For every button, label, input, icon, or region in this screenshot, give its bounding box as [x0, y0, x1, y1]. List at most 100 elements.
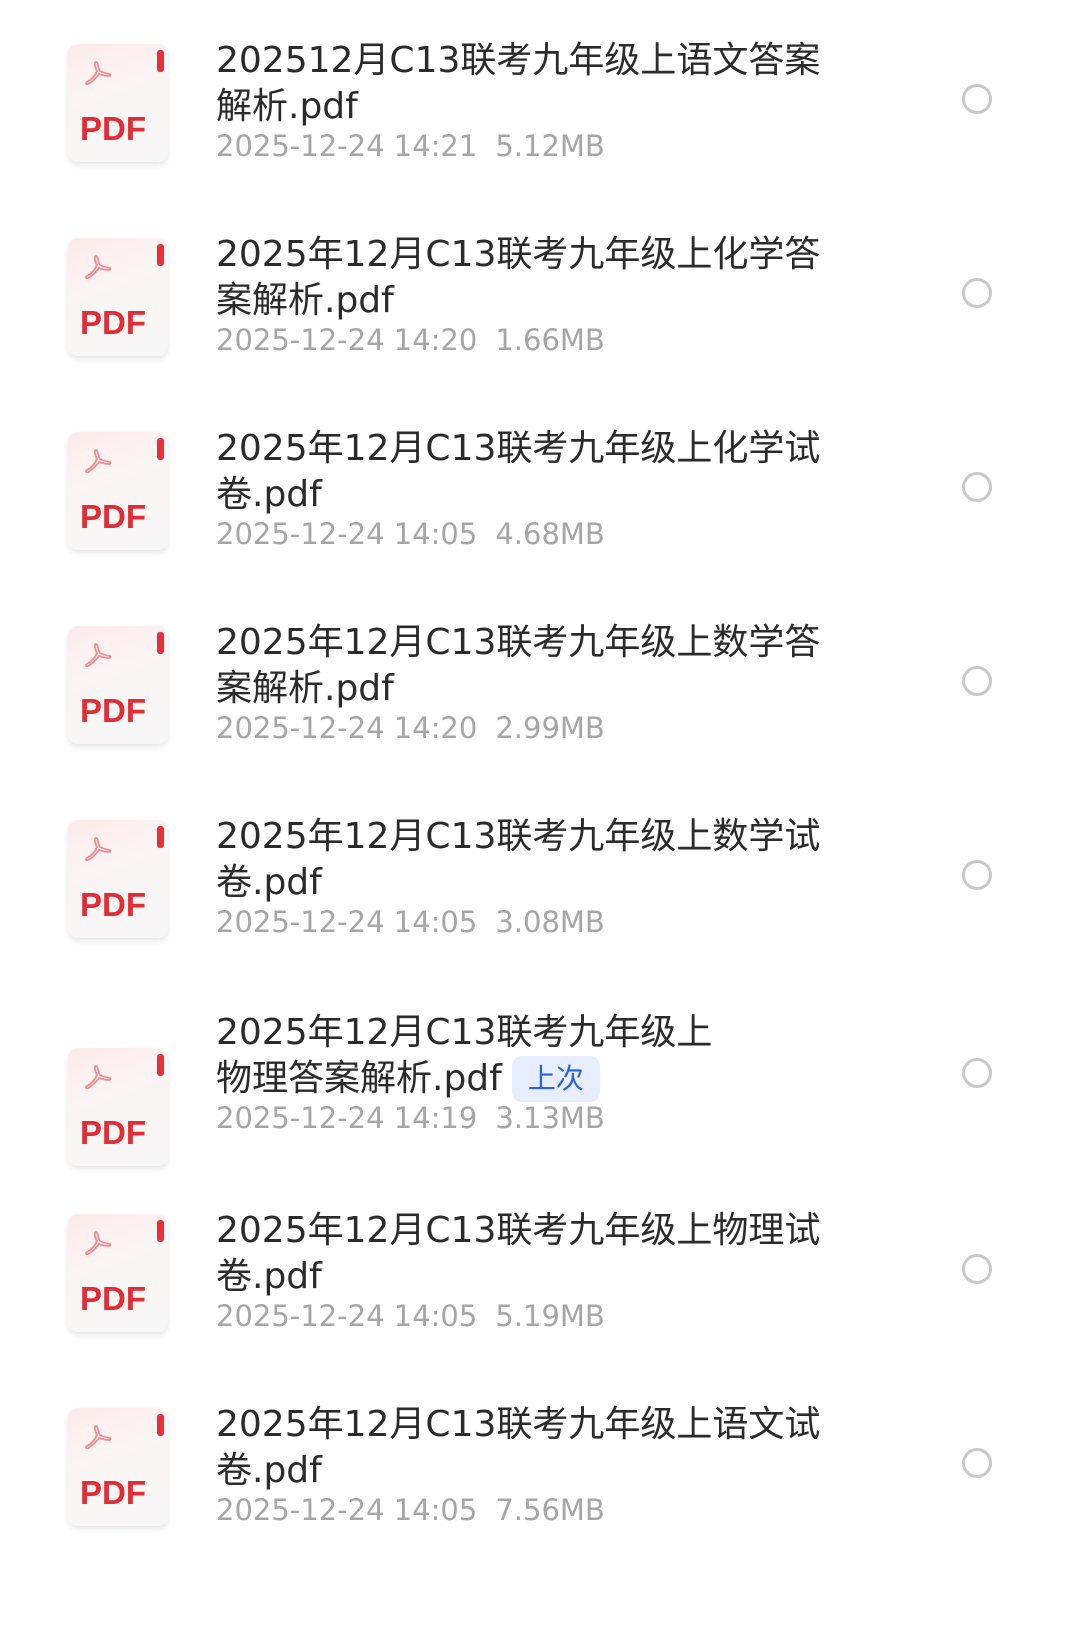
pdf-icon-label: PDF	[80, 886, 146, 923]
file-name[interactable]: 2025年12月C13联考九年级上化学试 卷.pdf	[216, 426, 856, 518]
file-name-line-1: 2025年12月C13联考九年级上物理试	[216, 1210, 821, 1251]
pdf-file-icon: PDF	[68, 820, 168, 938]
file-size: 2.99MB	[495, 711, 605, 745]
acrobat-icon	[85, 643, 112, 668]
file-size: 7.56MB	[495, 1493, 605, 1527]
file-meta: 2025-12-24 14:20 2.99MB	[216, 710, 605, 746]
radio-unchecked-icon[interactable]	[962, 472, 992, 502]
pdf-file-icon: PDF	[68, 1048, 168, 1166]
file-list: PDF 202512月C13联考九年级上语文答案 解析.pdf 2025-12-24 …	[0, 0, 1076, 1652]
file-date: 2025-12-24 14:05	[216, 1493, 478, 1527]
radio-unchecked-icon[interactable]	[962, 666, 992, 696]
file-name-line-1: 202512月C13联考九年级上语文答案	[216, 40, 821, 81]
file-size: 5.19MB	[495, 1299, 605, 1333]
file-list-item[interactable]: PDF 2025年12月C13联考九年级上化学试 卷.pdf 2025-12-24 1…	[0, 428, 1076, 618]
file-meta: 2025-12-24 14:05 4.68MB	[216, 516, 605, 552]
pdf-corner-mark	[157, 438, 164, 460]
pdf-corner-mark	[157, 1220, 164, 1242]
file-name-line-2-text: 物理答案解析.pdf	[216, 1058, 502, 1099]
file-name[interactable]: 2025年12月C13联考九年级上物理试 卷.pdf	[216, 1208, 856, 1300]
radio-unchecked-icon[interactable]	[962, 1254, 992, 1284]
file-list-item[interactable]: PDF 2025年12月C13联考九年级上 物理答案解析.pdf 上次 2025-12-…	[0, 1012, 1076, 1202]
acrobat-icon	[85, 61, 112, 86]
file-name-line-1: 2025年12月C13联考九年级上数学试	[216, 816, 821, 857]
file-name[interactable]: 2025年12月C13联考九年级上数学答 案解析.pdf	[216, 620, 856, 712]
file-list-item[interactable]: PDF 202512月C13联考九年级上语文答案 解析.pdf 2025-12-24 …	[0, 40, 1076, 230]
file-date: 2025-12-24 14:05	[216, 905, 478, 939]
file-list-item[interactable]: PDF 2025年12月C13联考九年级上数学答 案解析.pdf 2025-12-24…	[0, 622, 1076, 812]
pdf-icon-label: PDF	[80, 692, 146, 729]
pdf-corner-mark	[157, 826, 164, 848]
file-date: 2025-12-24 14:20	[216, 323, 478, 357]
pdf-corner-mark	[157, 632, 164, 654]
pdf-file-icon: PDF	[68, 238, 168, 356]
file-name-line-1: 2025年12月C13联考九年级上化学答	[216, 234, 821, 275]
file-size: 3.13MB	[495, 1101, 605, 1135]
acrobat-icon	[85, 449, 112, 474]
pdf-file-icon: PDF	[68, 1408, 168, 1526]
file-name-line-2: 解析.pdf	[216, 84, 856, 130]
acrobat-icon	[85, 1231, 112, 1256]
file-name-line-2: 案解析.pdf	[216, 278, 856, 324]
acrobat-icon	[85, 1425, 112, 1450]
radio-unchecked-icon[interactable]	[962, 84, 992, 114]
file-name-line-2: 卷.pdf	[216, 860, 856, 906]
file-name-line-2: 物理答案解析.pdf 上次	[216, 1056, 856, 1102]
file-size: 5.12MB	[495, 129, 605, 163]
pdf-corner-mark	[157, 1414, 164, 1436]
file-date: 2025-12-24 14:05	[216, 517, 478, 551]
pdf-file-icon: PDF	[68, 626, 168, 744]
file-date: 2025-12-24 14:20	[216, 711, 478, 745]
file-name-line-1: 2025年12月C13联考九年级上	[216, 1012, 713, 1053]
last-opened-badge: 上次	[511, 1056, 600, 1102]
file-meta: 2025-12-24 14:20 1.66MB	[216, 322, 605, 358]
pdf-file-icon: PDF	[68, 1214, 168, 1332]
pdf-corner-mark	[157, 244, 164, 266]
file-size: 3.08MB	[495, 905, 605, 939]
file-name[interactable]: 202512月C13联考九年级上语文答案 解析.pdf	[216, 38, 856, 130]
radio-unchecked-icon[interactable]	[962, 860, 992, 890]
file-name[interactable]: 2025年12月C13联考九年级上化学答 案解析.pdf	[216, 232, 856, 324]
file-list-item[interactable]: PDF 2025年12月C13联考九年级上物理试 卷.pdf 2025-12-24 1…	[0, 1210, 1076, 1400]
pdf-file-icon: PDF	[68, 44, 168, 162]
file-name-line-2-text: 案解析.pdf	[216, 668, 394, 709]
file-name-line-2: 案解析.pdf	[216, 666, 856, 712]
file-name[interactable]: 2025年12月C13联考九年级上 物理答案解析.pdf 上次	[216, 1010, 856, 1102]
file-name[interactable]: 2025年12月C13联考九年级上数学试 卷.pdf	[216, 814, 856, 906]
file-size: 4.68MB	[495, 517, 605, 551]
file-list-item[interactable]: PDF 2025年12月C13联考九年级上化学答 案解析.pdf 2025-12-24…	[0, 234, 1076, 424]
file-meta: 2025-12-24 14:19 3.13MB	[216, 1100, 605, 1136]
file-size: 1.66MB	[495, 323, 605, 357]
radio-unchecked-icon[interactable]	[962, 1448, 992, 1478]
file-list-item[interactable]: PDF 2025年12月C13联考九年级上语文试 卷.pdf 2025-12-24 1…	[0, 1404, 1076, 1594]
pdf-icon-label: PDF	[80, 1280, 146, 1317]
file-meta: 2025-12-24 14:21 5.12MB	[216, 128, 605, 164]
file-name-line-2: 卷.pdf	[216, 472, 856, 518]
file-date: 2025-12-24 14:21	[216, 129, 478, 163]
file-name-line-2-text: 卷.pdf	[216, 1450, 322, 1491]
pdf-file-icon: PDF	[68, 432, 168, 550]
file-name-line-2-text: 案解析.pdf	[216, 280, 394, 321]
pdf-icon-label: PDF	[80, 1114, 146, 1151]
file-name[interactable]: 2025年12月C13联考九年级上语文试 卷.pdf	[216, 1402, 856, 1494]
pdf-corner-mark	[157, 1054, 164, 1076]
file-name-line-2-text: 卷.pdf	[216, 1256, 322, 1297]
file-name-line-1: 2025年12月C13联考九年级上数学答	[216, 622, 821, 663]
acrobat-icon	[85, 837, 112, 862]
radio-unchecked-icon[interactable]	[962, 1058, 992, 1088]
acrobat-icon	[85, 1065, 112, 1090]
pdf-icon-label: PDF	[80, 110, 146, 147]
file-meta: 2025-12-24 14:05 5.19MB	[216, 1298, 605, 1334]
file-name-line-2-text: 卷.pdf	[216, 474, 322, 515]
pdf-icon-label: PDF	[80, 498, 146, 535]
file-list-item[interactable]: PDF 2025年12月C13联考九年级上数学试 卷.pdf 2025-12-24 1…	[0, 816, 1076, 1006]
file-meta: 2025-12-24 14:05 7.56MB	[216, 1492, 605, 1528]
file-name-line-1: 2025年12月C13联考九年级上化学试	[216, 428, 821, 469]
file-date: 2025-12-24 14:19	[216, 1101, 478, 1135]
file-name-line-2: 卷.pdf	[216, 1448, 856, 1494]
radio-unchecked-icon[interactable]	[962, 278, 992, 308]
pdf-icon-label: PDF	[80, 1474, 146, 1511]
acrobat-icon	[85, 255, 112, 280]
pdf-corner-mark	[157, 50, 164, 72]
file-name-line-2-text: 卷.pdf	[216, 862, 322, 903]
